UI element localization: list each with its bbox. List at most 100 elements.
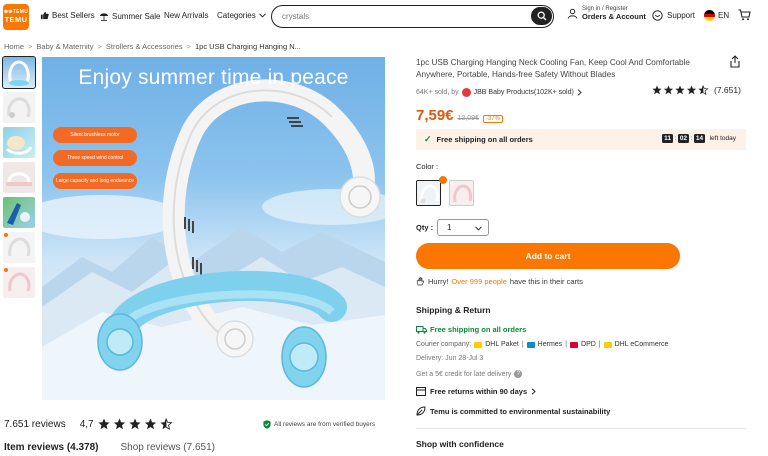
breadcrumb: Home > Baby & Maternity > Strollers & Ac… xyxy=(4,42,301,51)
timer-label: left today xyxy=(709,135,736,142)
color-swatch-white[interactable] xyxy=(416,180,441,206)
product-title: 1pc USB Charging Hanging Neck Cooling Fa… xyxy=(416,58,690,79)
breadcrumb-strollers[interactable]: Strollers & Accessories xyxy=(106,42,183,51)
chevron-right-icon xyxy=(531,388,536,395)
verified-text: All reviews are from verified buyers xyxy=(274,421,376,428)
courier-label: Courier company: xyxy=(416,341,472,348)
sold-count: 64K+ sold, by xyxy=(416,89,459,96)
free-shipping-text: Free shipping on all orders xyxy=(436,135,533,144)
thumbnail-6[interactable] xyxy=(3,232,35,263)
late-delivery-credit: Get a 5€ credit for late delivery ? xyxy=(416,370,523,378)
reviews-count: 7.651 reviews xyxy=(4,418,66,430)
share-button[interactable] xyxy=(729,55,741,70)
logo-text: TEMU xyxy=(4,14,28,24)
breadcrumb-separator: > xyxy=(186,42,191,51)
thumbnail-5[interactable] xyxy=(3,197,35,228)
quantity-label: Qty : xyxy=(416,223,434,232)
tab-shop-reviews[interactable]: Shop reviews (7.651) xyxy=(121,442,216,453)
share-icon xyxy=(730,55,740,68)
timer-minutes: 02 xyxy=(677,134,690,143)
delivery-estimate: Delivery: Jun 28-Jul 3 xyxy=(416,355,484,362)
countdown-timer: 11 : 02 : 14 left today xyxy=(662,134,736,143)
site-header: ⊕⊕TEMU TEMU Best Sellers Summer Sale New… xyxy=(0,0,768,33)
language-selector[interactable]: EN xyxy=(704,10,729,21)
thumbnail-3[interactable] xyxy=(3,127,35,158)
verified-reviews-note: All reviews are from verified buyers xyxy=(263,420,375,429)
support-link[interactable]: Support xyxy=(652,10,695,21)
feature-pill-capacity: Large capacity and long endurance xyxy=(53,173,137,189)
support-label: Support xyxy=(667,11,696,20)
add-to-cart-button[interactable]: Add to cart xyxy=(416,243,680,269)
breadcrumb-home[interactable]: Home xyxy=(4,42,24,51)
store-name-link[interactable]: JBB Baby Products(102K+ sold) xyxy=(474,89,574,96)
thumbs-up-icon xyxy=(40,11,49,20)
quantity-select[interactable]: 1 xyxy=(437,219,489,236)
product-main-image[interactable]: Enjoy summer time in peace Silent brushl… xyxy=(42,57,385,400)
star-rating-icons xyxy=(652,85,709,95)
account-orders-label: Orders & Account xyxy=(582,11,646,21)
search-icon xyxy=(537,11,546,21)
dhl-logo-icon xyxy=(474,341,483,348)
sold-by-row: 64K+ sold, by JBB Baby Products(102K+ so… xyxy=(416,88,582,97)
thumbnail-7[interactable] xyxy=(3,267,35,298)
leaf-icon xyxy=(416,406,426,416)
feature-pill-speed: Three speed wind control xyxy=(53,150,137,166)
courier-dhl-ecommerce: DHL eCommerce xyxy=(614,341,669,348)
credit-text: Get a 5€ credit for late delivery xyxy=(416,370,512,378)
dhl-ecommerce-logo-icon xyxy=(603,341,612,348)
shipping-return-title: Shipping & Return xyxy=(416,305,491,315)
account-menu[interactable]: Sign in / Register Orders & Account xyxy=(567,6,646,22)
hand-icon xyxy=(416,277,424,286)
free-shipping-row: Free shipping on all orders xyxy=(416,325,526,334)
shield-check-icon xyxy=(263,420,271,429)
nav-categories-label: Categories xyxy=(217,11,256,20)
nav-categories[interactable]: Categories xyxy=(217,11,266,20)
reviews-summary: 7.651 reviews 4,7 xyxy=(4,418,176,430)
hermes-logo-icon xyxy=(526,341,535,348)
courier-dhl-paket: DHL Paket xyxy=(485,341,519,348)
courier-separator: | xyxy=(521,341,524,348)
breadcrumb-separator: > xyxy=(28,42,33,51)
courier-separator: | xyxy=(598,341,601,348)
image-headline: Enjoy summer time in peace xyxy=(78,66,349,89)
thumbnail-strip xyxy=(2,56,36,302)
nav-best-sellers[interactable]: Best Sellers xyxy=(40,11,95,20)
thumbnail-4[interactable] xyxy=(3,162,35,193)
breadcrumb-current: 1pc USB Charging Hanging N... xyxy=(195,42,301,51)
germany-flag-icon xyxy=(704,10,715,21)
product-rating[interactable]: (7.651) xyxy=(652,85,741,95)
return-box-icon xyxy=(416,387,426,396)
temu-logo[interactable]: ⊕⊕TEMU TEMU xyxy=(3,4,29,30)
chevron-down-icon xyxy=(258,13,266,18)
thumbnail-2[interactable] xyxy=(3,92,35,123)
free-returns-label: Free returns within 90 days xyxy=(430,387,528,396)
search-button[interactable] xyxy=(531,7,552,25)
free-returns-row[interactable]: Free returns within 90 days xyxy=(416,387,536,396)
sustainability-row[interactable]: Temu is committed to environmental susta… xyxy=(416,406,610,416)
star-rating-icons xyxy=(98,418,173,430)
nav-best-sellers-label: Best Sellers xyxy=(52,11,95,20)
beach-umbrella-icon xyxy=(100,13,108,21)
chevron-down-icon xyxy=(475,226,482,231)
search-bar[interactable]: crystals xyxy=(271,5,554,28)
tab-item-reviews[interactable]: Item reviews (4.378) xyxy=(4,442,99,453)
user-icon xyxy=(567,9,578,19)
thumbnail-1[interactable] xyxy=(2,56,36,89)
search-input[interactable]: crystals xyxy=(282,12,309,21)
shop-with-confidence-title: Shop with confidence xyxy=(416,439,504,449)
truck-icon xyxy=(416,325,427,334)
color-label: Color : xyxy=(416,162,439,171)
shopping-cart-icon xyxy=(738,9,751,21)
color-swatch-pink[interactable] xyxy=(449,180,474,206)
nav-new-arrivals[interactable]: New Arrivals xyxy=(164,11,208,20)
courier-dpd: DPD xyxy=(581,341,596,348)
nav-new-arrivals-label: New Arrivals xyxy=(164,11,209,20)
hot-badge-dot xyxy=(439,176,447,184)
nav-summer-sale[interactable]: Summer Sale xyxy=(99,11,160,21)
hot-badge-dot xyxy=(4,268,8,272)
help-icon[interactable]: ? xyxy=(514,370,523,378)
hurry-suffix: have this in their carts xyxy=(509,277,583,286)
breadcrumb-baby-maternity[interactable]: Baby & Maternity xyxy=(36,42,93,51)
cart-button[interactable] xyxy=(738,9,751,23)
hurry-prefix: Hurry! xyxy=(428,277,449,286)
